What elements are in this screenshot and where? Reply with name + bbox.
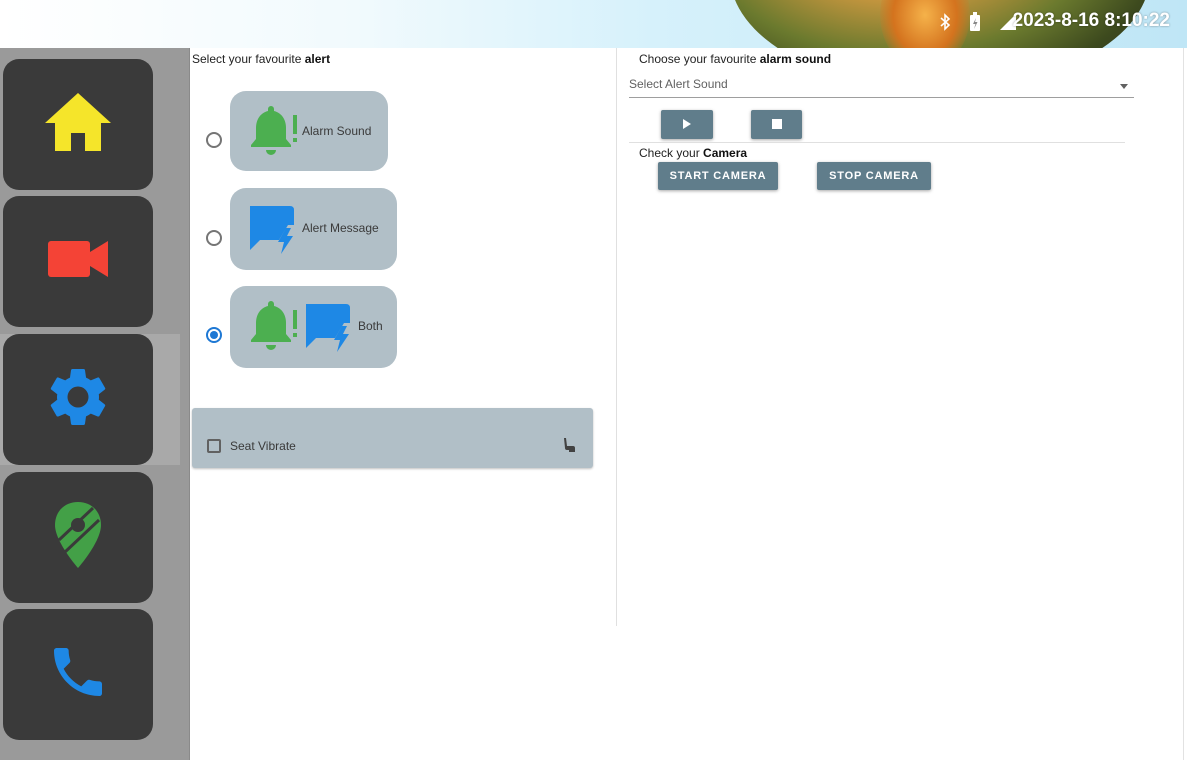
bell-alert-icon bbox=[246, 300, 300, 357]
alarm-sound-heading: Choose your favourite alarm sound bbox=[639, 52, 832, 66]
bell-alert-icon bbox=[246, 105, 300, 162]
start-camera-button[interactable]: START CAMERA bbox=[658, 162, 778, 190]
alert-sound-select-placeholder: Select Alert Sound bbox=[629, 77, 728, 91]
bluetooth-icon bbox=[939, 13, 951, 31]
stop-icon bbox=[771, 116, 782, 134]
option-label-alert-message: Alert Message bbox=[302, 221, 379, 235]
message-alert-icon bbox=[302, 302, 354, 359]
seat-vibrate-label: Seat Vibrate bbox=[230, 439, 296, 453]
message-alert-icon bbox=[246, 204, 298, 261]
seat-vibrate-checkbox[interactable] bbox=[207, 439, 221, 453]
radio-both[interactable] bbox=[206, 327, 222, 343]
video-camera-icon bbox=[46, 237, 110, 286]
option-alarm-sound[interactable]: Alarm Sound bbox=[230, 91, 388, 171]
option-label-alarm-sound: Alarm Sound bbox=[302, 124, 372, 138]
sidebar-item-phone[interactable] bbox=[3, 609, 153, 740]
status-bar: 2023-8-16 8:10:22 bbox=[0, 0, 1187, 48]
alert-heading: Select your favourite alert bbox=[192, 52, 331, 66]
divider bbox=[629, 142, 1125, 143]
sidebar-item-home[interactable] bbox=[3, 59, 153, 190]
sidebar bbox=[0, 48, 190, 760]
stop-camera-button[interactable]: STOP CAMERA bbox=[817, 162, 931, 190]
gear-icon bbox=[43, 362, 113, 437]
battery-charging-icon bbox=[969, 12, 981, 32]
camera-heading: Check your Camera bbox=[639, 146, 748, 160]
seat-vibrate-panel: Seat Vibrate bbox=[192, 408, 593, 468]
alert-sound-select[interactable]: Select Alert Sound bbox=[629, 74, 1134, 98]
radio-alert-message[interactable] bbox=[206, 230, 222, 246]
phone-icon bbox=[46, 640, 110, 709]
map-pin-icon bbox=[53, 500, 103, 575]
option-both[interactable]: Both bbox=[230, 286, 397, 368]
sidebar-item-map[interactable] bbox=[3, 472, 153, 603]
option-label-both: Both bbox=[358, 319, 383, 333]
seat-icon bbox=[562, 437, 576, 458]
play-icon bbox=[682, 116, 692, 134]
sidebar-item-camera[interactable] bbox=[3, 196, 153, 327]
home-icon bbox=[43, 91, 113, 158]
status-time: 2023-8-16 8:10:22 bbox=[1012, 10, 1170, 31]
sidebar-item-settings[interactable] bbox=[3, 334, 153, 465]
radio-alarm-sound[interactable] bbox=[206, 132, 222, 148]
option-alert-message[interactable]: Alert Message bbox=[230, 188, 397, 270]
chevron-down-icon bbox=[1120, 84, 1128, 89]
stop-button[interactable] bbox=[751, 110, 802, 139]
column-divider bbox=[616, 48, 617, 626]
play-button[interactable] bbox=[661, 110, 713, 139]
